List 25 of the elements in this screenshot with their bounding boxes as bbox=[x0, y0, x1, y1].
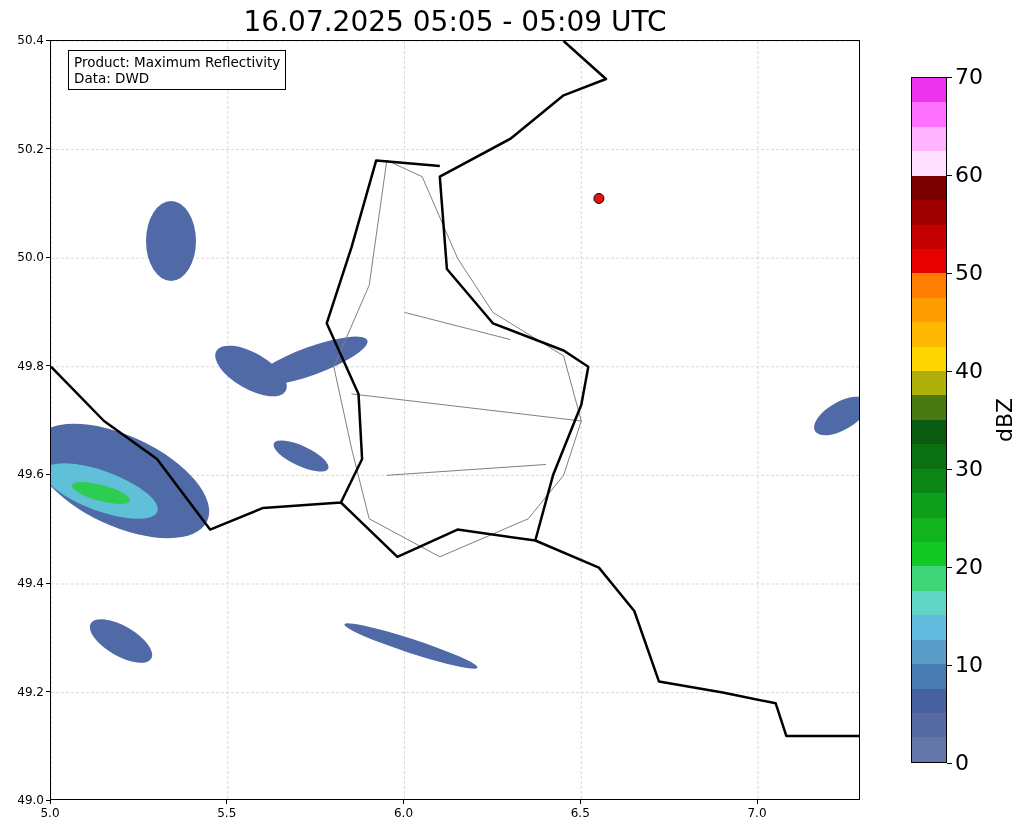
axis-tick-label: 49.0 bbox=[17, 794, 44, 807]
axis-tick-label: 5.5 bbox=[217, 807, 237, 819]
colorbar-tick-label: 50 bbox=[955, 262, 983, 284]
colorbar-tick-label: 60 bbox=[955, 164, 983, 186]
colorbar-label: dBZ bbox=[994, 397, 1016, 443]
colorbar-tick-label: 70 bbox=[955, 66, 983, 88]
chart-title: 16.07.2025 05:05 - 05:09 UTC bbox=[243, 8, 667, 36]
axis-tick-label: 49.6 bbox=[17, 468, 44, 481]
axis-tick-label: 49.4 bbox=[17, 577, 44, 589]
annotation-text: Product: Maximum Reflectivity bbox=[74, 54, 281, 71]
colorbar-tick-label: 30 bbox=[955, 458, 983, 480]
axis-tick-label: 50.4 bbox=[17, 34, 44, 46]
colorbar-tick-label: 10 bbox=[955, 654, 983, 676]
annotation-text: Data: DWD bbox=[74, 70, 151, 87]
axis-tick-label: 50.0 bbox=[17, 251, 44, 264]
axis-tick-label: 6.0 bbox=[393, 807, 414, 819]
axis-tick-label: 6.5 bbox=[570, 807, 590, 819]
axis-tick-label: 50.2 bbox=[17, 142, 44, 155]
axis-tick-label: 49.2 bbox=[17, 685, 44, 698]
axis-tick-label: 5.0 bbox=[40, 807, 60, 819]
axis-tick-label: 49.8 bbox=[17, 359, 44, 372]
colorbar-tick-label: 20 bbox=[955, 556, 983, 578]
colorbar-tick-label: 40 bbox=[955, 360, 983, 382]
colorbar-tick-label: 0 bbox=[955, 752, 969, 774]
axis-tick-label: 7.0 bbox=[747, 807, 767, 819]
